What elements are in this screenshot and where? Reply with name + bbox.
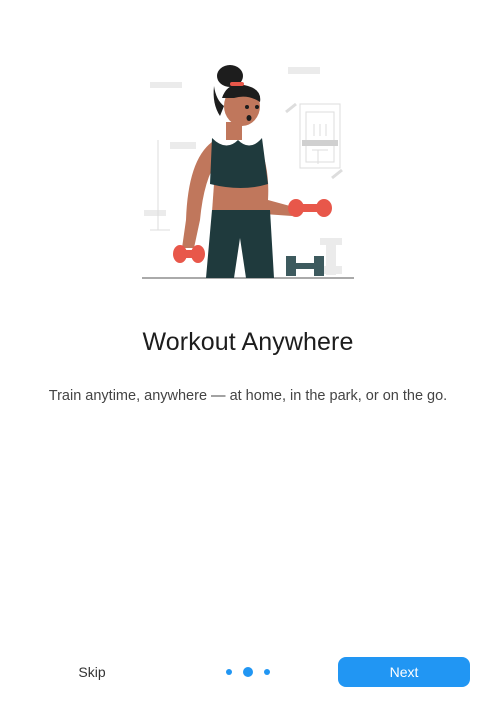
next-button[interactable]: Next <box>338 657 470 687</box>
woman-with-dumbbells-image <box>142 65 354 279</box>
page-indicator <box>222 666 276 678</box>
skip-button[interactable]: Skip <box>60 656 124 688</box>
page-indicator-dot[interactable] <box>226 669 232 675</box>
onboarding-subtitle: Train anytime, anywhere — at home, in th… <box>48 388 448 404</box>
page-indicator-dot[interactable] <box>264 669 270 675</box>
onboarding-navigation-bar: Skip Next <box>0 652 496 692</box>
workout-illustration <box>130 60 366 286</box>
onboarding-title: Workout Anywhere <box>142 328 354 356</box>
page-indicator-dot-active[interactable] <box>243 667 253 677</box>
